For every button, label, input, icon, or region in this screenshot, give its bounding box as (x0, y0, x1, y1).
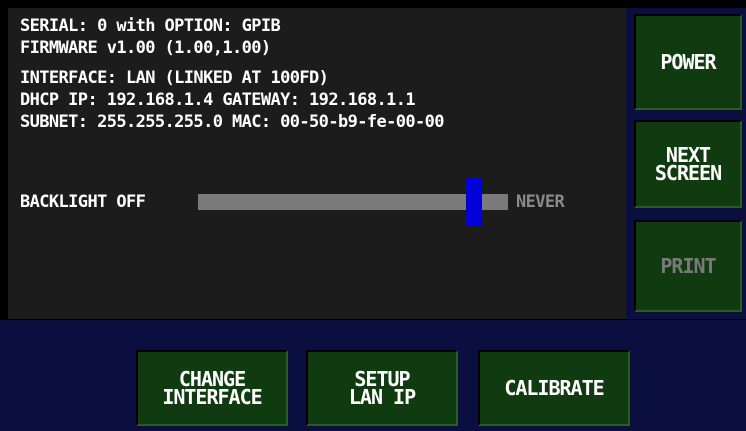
power-button-label: POWER (660, 50, 716, 74)
change-interface-button[interactable]: CHANGE INTERFACE (136, 350, 288, 426)
serial-line: SERIAL: 0 with OPTION: GPIB (20, 16, 281, 36)
change-interface-button-label: CHANGE INTERFACE (162, 367, 262, 409)
calibrate-button-label: CALIBRATE (504, 376, 604, 400)
backlight-never-label: NEVER (516, 192, 565, 212)
info-panel: SERIAL: 0 with OPTION: GPIB FIRMWARE v1.… (8, 8, 626, 320)
calibrate-button[interactable]: CALIBRATE (478, 350, 630, 426)
backlight-label: BACKLIGHT OFF (20, 192, 146, 212)
print-button[interactable]: PRINT (634, 220, 742, 312)
bottom-button-bar: CHANGE INTERFACE SETUP LAN IP CALIBRATE (0, 320, 746, 431)
backlight-slider-track[interactable] (198, 194, 508, 210)
next-screen-button-label: NEXT SCREEN (654, 143, 722, 185)
subnet-line: SUBNET: 255.255.255.0 MAC: 00-50-b9-fe-0… (20, 112, 445, 132)
backlight-slider-thumb[interactable] (465, 178, 482, 226)
interface-line: INTERFACE: LAN (LINKED AT 100FD) (20, 68, 329, 88)
setup-lan-ip-button[interactable]: SETUP LAN IP (306, 350, 458, 426)
setup-lan-ip-button-label: SETUP LAN IP (348, 367, 416, 409)
firmware-line: FIRMWARE v1.00 (1.00,1.00) (20, 38, 271, 58)
power-button[interactable]: POWER (634, 14, 742, 110)
next-screen-button[interactable]: NEXT SCREEN (634, 120, 742, 208)
print-button-label: PRINT (660, 254, 716, 278)
side-button-panel: POWER NEXT SCREEN PRINT (626, 8, 746, 320)
dhcp-line: DHCP IP: 192.168.1.4 GATEWAY: 192.168.1.… (20, 90, 416, 110)
instrument-screen: SERIAL: 0 with OPTION: GPIB FIRMWARE v1.… (0, 0, 746, 431)
